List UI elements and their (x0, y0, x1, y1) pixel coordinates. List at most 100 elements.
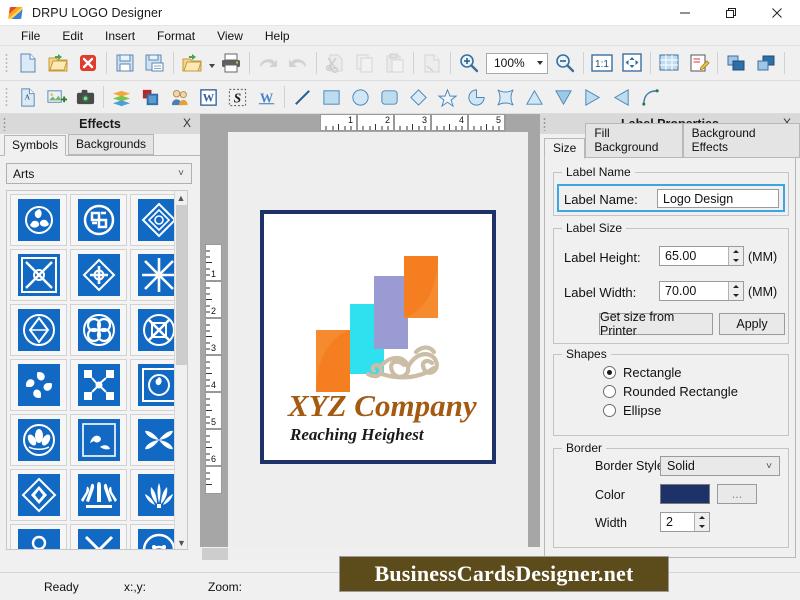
contacts-icon[interactable] (165, 84, 194, 111)
menu-format[interactable]: Format (146, 27, 206, 45)
insert-image-icon[interactable] (42, 84, 71, 111)
actual-size-icon[interactable]: 1:1 (587, 49, 617, 78)
arc-icon[interactable] (636, 84, 665, 111)
rounded-rect-icon[interactable] (375, 84, 404, 111)
toolbar-grip[interactable] (3, 52, 11, 74)
stepper-up-icon[interactable] (695, 513, 709, 522)
stepper-down-icon[interactable] (729, 256, 743, 265)
close-document-icon[interactable] (73, 49, 103, 78)
zoom-in-icon[interactable] (454, 49, 484, 78)
redo-icon[interactable] (283, 49, 313, 78)
new-document-icon[interactable] (13, 49, 43, 78)
fit-page-icon[interactable] (617, 49, 647, 78)
stepper-down-icon[interactable] (695, 522, 709, 531)
symbol-item[interactable] (10, 469, 67, 521)
menu-file[interactable]: File (10, 27, 51, 45)
grid-icon[interactable] (654, 49, 684, 78)
get-size-from-printer-button[interactable]: Get size from Printer (599, 313, 713, 335)
signature-icon[interactable]: S (223, 84, 252, 111)
send-to-back-icon[interactable] (751, 49, 781, 78)
layers-icon[interactable] (107, 84, 136, 111)
save-icon[interactable] (110, 49, 140, 78)
line-icon[interactable] (288, 84, 317, 111)
edit-design-icon[interactable] (684, 49, 714, 78)
apply-button[interactable]: Apply (719, 313, 785, 335)
radio-ellipse-icon[interactable] (603, 404, 616, 417)
toolbar-grip[interactable] (3, 86, 11, 108)
symbol-item[interactable] (10, 249, 67, 301)
rectangle-icon[interactable] (317, 84, 346, 111)
shape-option-rectangle[interactable]: Rectangle (603, 365, 682, 380)
insert-text-icon[interactable]: A (13, 84, 42, 111)
bring-to-front-icon[interactable] (721, 49, 751, 78)
symbol-item[interactable] (10, 194, 67, 246)
close-button[interactable] (754, 0, 800, 26)
tab-fill-background[interactable]: Fill Background (585, 123, 682, 158)
scrollbar-thumb[interactable] (176, 205, 187, 365)
open-recent-dropdown-icon[interactable] (207, 50, 216, 77)
label-width-value[interactable]: 70.00 (660, 282, 728, 300)
capture-image-icon[interactable] (71, 84, 100, 111)
print-icon[interactable] (216, 49, 246, 78)
stepper-down-icon[interactable] (729, 291, 743, 300)
label-name-input[interactable]: Logo Design (657, 189, 779, 208)
border-style-select[interactable]: Solid ˅ (660, 456, 780, 476)
undo-icon[interactable] (253, 49, 283, 78)
symbol-item[interactable] (70, 414, 127, 466)
stepper-up-icon[interactable] (729, 247, 743, 256)
symbol-item[interactable] (70, 194, 127, 246)
symbol-item[interactable] (70, 469, 127, 521)
shapes-stack-icon[interactable] (136, 84, 165, 111)
zoom-out-icon[interactable] (550, 49, 580, 78)
label-design-card[interactable]: XYZ Company Reaching Heighest (260, 210, 496, 464)
radio-rectangle-icon[interactable] (603, 366, 616, 379)
symbol-item[interactable] (10, 524, 67, 550)
tab-symbols[interactable]: Symbols (4, 135, 66, 156)
minimize-button[interactable] (662, 0, 708, 26)
copy-icon[interactable] (350, 49, 380, 78)
watermark-icon[interactable]: W (252, 84, 281, 111)
symbol-item[interactable] (70, 524, 127, 550)
stepper-buttons[interactable] (694, 513, 709, 531)
stepper-buttons[interactable] (728, 282, 743, 300)
four-point-star-icon[interactable] (491, 84, 520, 111)
paste-icon[interactable] (380, 49, 410, 78)
symbol-item[interactable] (70, 249, 127, 301)
stepper-buttons[interactable] (728, 247, 743, 265)
chevron-down-icon[interactable]: ˅ (171, 168, 191, 179)
triangle-right-icon[interactable] (578, 84, 607, 111)
scroll-up-icon[interactable]: ▲ (175, 191, 187, 204)
symbol-item[interactable] (70, 304, 127, 356)
diamond-icon[interactable] (404, 84, 433, 111)
border-width-stepper[interactable]: 2 (660, 512, 710, 532)
menu-help[interactable]: Help (254, 27, 301, 45)
border-color-swatch[interactable] (660, 484, 710, 504)
symbol-gallery[interactable]: ▲ ▼ (6, 190, 188, 550)
menu-view[interactable]: View (206, 27, 254, 45)
tab-size[interactable]: Size (544, 138, 585, 159)
radio-rounded-rectangle-icon[interactable] (603, 385, 616, 398)
triangle-down-icon[interactable] (549, 84, 578, 111)
triangle-left-icon[interactable] (607, 84, 636, 111)
gallery-scrollbar[interactable]: ▲ ▼ (174, 191, 187, 549)
panel-grip[interactable] (543, 117, 548, 131)
design-canvas[interactable]: XYZ Company Reaching Heighest (228, 132, 528, 547)
tab-background-effects[interactable]: Background Effects (683, 123, 800, 158)
symbol-item[interactable] (10, 359, 67, 411)
pie-icon[interactable] (462, 84, 491, 111)
chevron-down-icon[interactable] (533, 61, 547, 65)
hscrollbar-thumb[interactable] (202, 548, 228, 560)
scroll-down-icon[interactable]: ▼ (175, 536, 188, 549)
border-width-value[interactable]: 2 (661, 513, 694, 531)
triangle-up-icon[interactable] (520, 84, 549, 111)
panel-grip[interactable] (3, 117, 8, 131)
tab-backgrounds[interactable]: Backgrounds (68, 134, 154, 155)
stepper-up-icon[interactable] (729, 282, 743, 291)
symbol-item[interactable] (10, 414, 67, 466)
zoom-level-select[interactable]: 100% (486, 53, 548, 74)
shape-option-rounded-rectangle[interactable]: Rounded Rectangle (603, 384, 738, 399)
shape-option-ellipse[interactable]: Ellipse (603, 403, 661, 418)
cut-icon[interactable] (320, 49, 350, 78)
star-icon[interactable] (433, 84, 462, 111)
save-as-icon[interactable] (140, 49, 170, 78)
